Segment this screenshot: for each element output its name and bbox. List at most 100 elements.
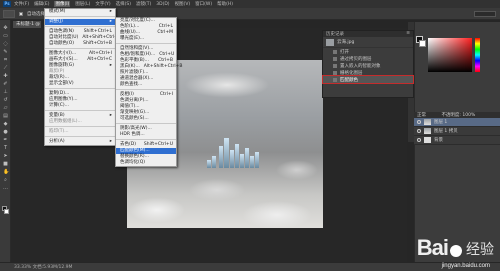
- type-tool-icon[interactable]: T: [3, 146, 8, 151]
- image-menu-dropdown: 模式(M) ▸ 调整(J) ▸ 自动色调(N) Shift+Ctrl+L 自动对比度(U) A…: [44, 8, 120, 146]
- history-panel-title: 历史记录: [326, 32, 344, 37]
- menu-item-label: HDR 色调...: [120, 132, 145, 137]
- menu-item-shortcut: Ctrl+M: [157, 30, 173, 35]
- clone-stamp-tool-icon[interactable]: ⊥: [3, 90, 8, 95]
- color-picker-field[interactable]: [428, 38, 472, 72]
- layer-name: 图层 1 拷贝: [434, 129, 458, 134]
- history-snapshot[interactable]: 云海.jpg: [323, 37, 413, 48]
- history-state-selected[interactable]: 匹配颜色: [322, 75, 414, 84]
- history-panel: 历史记录 ≡ 云海.jpg 打开 通过拷贝的图层 置入嵌入的智能对象 栅格化图层…: [322, 30, 414, 98]
- move-tool-preset-icon[interactable]: [3, 9, 15, 18]
- history-state-icon: [333, 70, 337, 75]
- menu-view[interactable]: 视图(V): [175, 1, 191, 7]
- menu-help[interactable]: 帮助(H): [217, 1, 233, 7]
- menu-item-label: 显示全部(V): [49, 81, 74, 86]
- menu-item-label: 应用数据组(L)...: [49, 119, 82, 124]
- menu-item[interactable]: 显示全部(V): [45, 81, 115, 87]
- eyedropper-tool-icon[interactable]: ⟋: [3, 66, 8, 71]
- layer-name: 图层 1: [434, 120, 448, 125]
- history-state-icon: [333, 56, 337, 61]
- marquee-tool-icon[interactable]: ▭: [3, 34, 8, 39]
- history-state[interactable]: 置入嵌入的智能对象: [323, 62, 413, 69]
- workspace-switcher[interactable]: [474, 11, 496, 17]
- menu-item[interactable]: 颜色查找...: [116, 82, 176, 88]
- menu-item: 应用数据组(L)...: [45, 119, 115, 125]
- crop-tool-icon[interactable]: ⌗: [3, 58, 8, 63]
- layer-row[interactable]: 图层 1: [414, 118, 500, 127]
- history-state-icon: [333, 77, 337, 82]
- skyscraper: [212, 156, 216, 168]
- document-tab[interactable]: 未标题-1 @ 33.3%: [13, 21, 41, 34]
- visibility-eye-icon[interactable]: [417, 129, 421, 133]
- history-state-icon: [333, 49, 337, 54]
- snapshot-label: 云海.jpg: [337, 40, 355, 45]
- move-tool-icon[interactable]: ✥: [3, 26, 8, 31]
- hue-slider[interactable]: [475, 38, 480, 72]
- healing-brush-tool-icon[interactable]: ✚: [3, 74, 8, 79]
- layer-thumbnail: [424, 137, 431, 143]
- menu-item[interactable]: 计算(C)...: [45, 103, 115, 109]
- menu-item-label: 陷印(T)...: [49, 129, 69, 134]
- menu-type[interactable]: 文字(Y): [95, 1, 110, 7]
- history-state-label: 通过拷贝的图层: [340, 56, 372, 62]
- brush-tool-icon[interactable]: ✐: [3, 82, 8, 87]
- gradient-tool-icon[interactable]: ▤: [3, 114, 8, 119]
- more-tools-icon[interactable]: …: [3, 186, 8, 191]
- history-state-label: 打开: [340, 49, 349, 55]
- menu-window[interactable]: 窗口(W): [195, 1, 212, 7]
- history-state-label: 置入嵌入的智能对象: [340, 63, 381, 69]
- layer-row[interactable]: 背景: [414, 136, 500, 145]
- dodge-tool-icon[interactable]: ●: [3, 130, 8, 135]
- background-color-swatch[interactable]: [4, 209, 9, 214]
- baidu-paw-icon: [450, 245, 462, 257]
- menu-item-label: 分析(A): [49, 139, 65, 144]
- submenu-arrow-icon: ▸: [109, 63, 112, 68]
- color-panel-background-swatch[interactable]: [419, 40, 426, 47]
- baidu-jingyan-watermark: Bai 经验: [417, 237, 494, 259]
- menu-item[interactable]: 自动颜色(O) Shift+Ctrl+B: [45, 41, 115, 47]
- blur-tool-icon[interactable]: ◆: [3, 122, 8, 127]
- quick-select-tool-icon[interactable]: ✎: [3, 50, 8, 55]
- visibility-eye-icon[interactable]: [417, 120, 421, 124]
- menu-item-shortcut: Shift+Ctrl+B: [83, 41, 112, 46]
- menu-3d[interactable]: 3D(D): [156, 2, 169, 7]
- history-state[interactable]: 栅格化图层: [323, 69, 413, 76]
- lasso-tool-icon[interactable]: ◌: [3, 42, 8, 47]
- history-brush-tool-icon[interactable]: ↺: [3, 98, 8, 103]
- menu-item-shortcut: Alt+Ctrl+C: [87, 57, 112, 62]
- skyscraper: [240, 154, 244, 168]
- eraser-tool-icon[interactable]: ▱: [3, 106, 8, 111]
- menu-item[interactable]: 可选颜色(S)...: [116, 116, 176, 122]
- history-state[interactable]: 通过拷贝的图层: [323, 55, 413, 62]
- pen-tool-icon[interactable]: ✒: [3, 138, 8, 143]
- menu-item[interactable]: 色调均化(Q): [116, 160, 176, 166]
- watermark-logo-right: 经验: [466, 242, 494, 258]
- path-selection-tool-icon[interactable]: ➤: [3, 154, 8, 159]
- layer-row[interactable]: 图层 1 拷贝: [414, 127, 500, 136]
- menu-item[interactable]: HDR 色调...: [116, 132, 176, 138]
- menu-edit[interactable]: 编辑(E): [34, 1, 49, 7]
- menu-item[interactable]: 调整(J) ▸: [45, 19, 115, 25]
- menu-item[interactable]: 分析(A) ▸: [45, 139, 115, 145]
- visibility-eye-icon[interactable]: [417, 138, 421, 142]
- photoshop-logo-icon: Ps: [3, 1, 11, 7]
- watermark-url: jingyan.baidu.com: [441, 263, 490, 269]
- menu-image[interactable]: 图像(I): [54, 1, 71, 7]
- menu-filter[interactable]: 滤镜(T): [136, 1, 151, 7]
- menu-item-label: 模式(M): [49, 9, 66, 14]
- hand-tool-icon[interactable]: ✋: [3, 170, 9, 175]
- menu-layer[interactable]: 图层(L): [75, 1, 90, 7]
- panel-menu-icon[interactable]: ≡: [406, 31, 410, 37]
- menu-item-label: 调整(J): [49, 19, 63, 24]
- menu-select[interactable]: 选择(S): [116, 1, 131, 7]
- auto-select-checkbox[interactable]: [19, 11, 23, 16]
- menu-file[interactable]: 文件(F): [14, 1, 29, 7]
- history-state[interactable]: 打开: [323, 48, 413, 55]
- menu-item-label: 颜色查找...: [120, 82, 143, 87]
- history-state-icon: [333, 63, 337, 68]
- zoom-tool-icon[interactable]: ⌕: [3, 178, 8, 183]
- shape-tool-icon[interactable]: ■: [3, 162, 8, 167]
- skyscraper: [250, 156, 254, 168]
- menu-item[interactable]: 模式(M) ▸: [45, 9, 115, 15]
- menu-item[interactable]: 曝光度(E)...: [116, 36, 176, 42]
